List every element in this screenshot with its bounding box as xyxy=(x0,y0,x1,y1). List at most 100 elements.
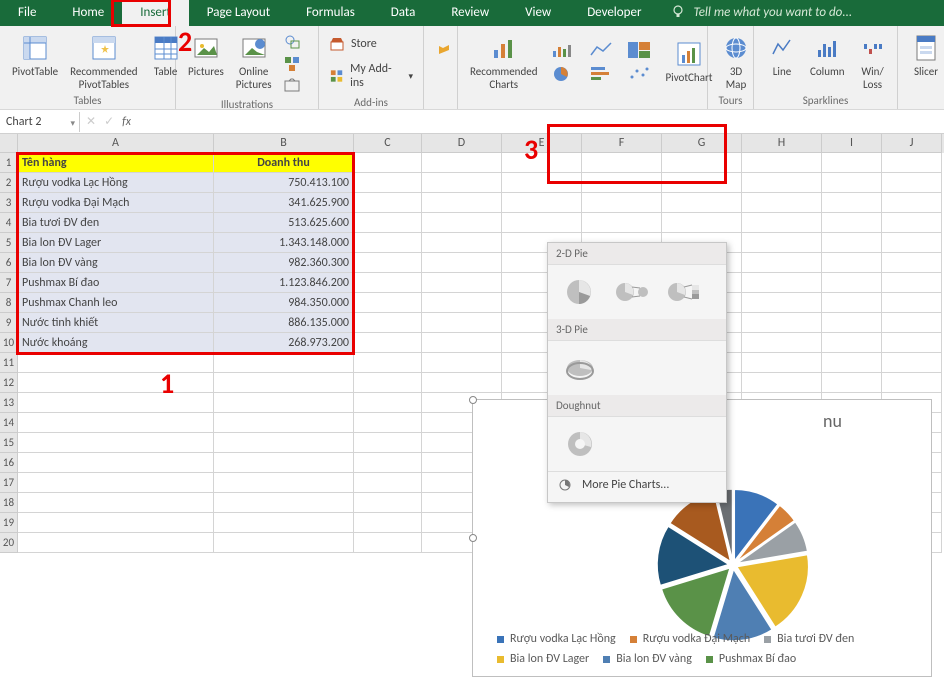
smartart-button[interactable] xyxy=(282,54,302,74)
menu-tab-insert[interactable]: Insert xyxy=(122,0,189,26)
cell[interactable] xyxy=(882,373,942,393)
row-header[interactable]: 9 xyxy=(0,313,18,333)
line-chart-button[interactable] xyxy=(585,39,617,61)
column-header[interactable]: I xyxy=(822,134,882,153)
cell[interactable] xyxy=(822,313,882,333)
cell[interactable]: 982.360.300 xyxy=(214,253,354,273)
cell[interactable] xyxy=(882,333,942,353)
cell[interactable] xyxy=(662,213,742,233)
cell[interactable] xyxy=(882,153,942,173)
cell[interactable] xyxy=(822,213,882,233)
row-header[interactable]: 17 xyxy=(0,473,18,493)
cell[interactable] xyxy=(18,493,214,513)
cell[interactable] xyxy=(422,153,502,173)
menu-tab-view[interactable]: View xyxy=(507,0,569,26)
cell[interactable]: Bia tươi ĐV đen xyxy=(18,213,214,233)
column-header[interactable]: J xyxy=(882,134,942,153)
row-header[interactable]: 19 xyxy=(0,513,18,533)
column-header[interactable]: E xyxy=(502,134,582,153)
row-header[interactable]: 7 xyxy=(0,273,18,293)
treemap-button[interactable] xyxy=(623,39,655,61)
column-header[interactable]: D xyxy=(422,134,502,153)
column-header[interactable]: B xyxy=(214,134,354,153)
cell[interactable] xyxy=(882,193,942,213)
cell[interactable] xyxy=(742,173,822,193)
enter-formula-button[interactable]: ✓ xyxy=(104,114,114,129)
cell[interactable]: 750.413.100 xyxy=(214,173,354,193)
cell[interactable] xyxy=(214,433,354,453)
cell[interactable] xyxy=(354,293,422,313)
cell[interactable]: Tên hàng xyxy=(18,153,214,173)
pie-2d-option[interactable] xyxy=(558,273,602,311)
pie-chart-button[interactable] xyxy=(547,63,579,85)
cell[interactable] xyxy=(822,173,882,193)
cell[interactable]: 1.123.846.200 xyxy=(214,273,354,293)
menu-tab-data[interactable]: Data xyxy=(373,0,434,26)
cell[interactable] xyxy=(354,313,422,333)
cell[interactable]: 268.973.200 xyxy=(214,333,354,353)
sparkline-column-button[interactable]: Column xyxy=(804,30,851,81)
column-chart-button[interactable] xyxy=(547,39,579,61)
column-header[interactable]: F xyxy=(582,134,662,153)
column-header[interactable]: G xyxy=(662,134,742,153)
cell[interactable]: Bia lon ĐV vàng xyxy=(18,253,214,273)
recommended-pivottables-button[interactable]: Recommended PivotTables xyxy=(64,30,143,93)
online-pictures-button[interactable]: Online Pictures xyxy=(230,30,278,93)
cell[interactable] xyxy=(354,273,422,293)
bar-chart-button[interactable] xyxy=(585,63,617,85)
cell[interactable] xyxy=(354,333,422,353)
cell[interactable] xyxy=(422,273,502,293)
row-header[interactable]: 20 xyxy=(0,533,18,553)
cell[interactable] xyxy=(214,473,354,493)
bar-of-pie-option[interactable] xyxy=(662,273,706,311)
cell[interactable] xyxy=(422,293,502,313)
cell[interactable] xyxy=(822,293,882,313)
cell[interactable] xyxy=(742,373,822,393)
cell[interactable] xyxy=(354,393,422,413)
cell[interactable]: Pushmax Bí đao xyxy=(18,273,214,293)
pivottable-button[interactable]: PivotTable xyxy=(6,30,64,81)
cell[interactable] xyxy=(882,353,942,373)
row-header[interactable]: 6 xyxy=(0,253,18,273)
cell[interactable] xyxy=(742,193,822,213)
cell[interactable] xyxy=(422,193,502,213)
cell[interactable] xyxy=(354,433,422,453)
cell[interactable] xyxy=(354,193,422,213)
menu-tab-file[interactable]: File xyxy=(0,0,54,26)
cell[interactable] xyxy=(882,173,942,193)
fx-button[interactable]: fx xyxy=(122,115,131,129)
cell[interactable] xyxy=(214,513,354,533)
row-header[interactable]: 14 xyxy=(0,413,18,433)
cell[interactable] xyxy=(354,353,422,373)
tell-me[interactable]: Tell me what you want to do... xyxy=(659,0,870,26)
cell[interactable] xyxy=(18,473,214,493)
cell[interactable]: Nước tinh khiết xyxy=(18,313,214,333)
sparkline-winloss-button[interactable]: Win/ Loss xyxy=(851,30,895,93)
cell[interactable] xyxy=(742,213,822,233)
pie-3d-option[interactable] xyxy=(558,349,602,387)
3d-map-button[interactable]: 3D Map xyxy=(714,30,758,93)
cell[interactable] xyxy=(502,153,582,173)
row-header[interactable]: 3 xyxy=(0,193,18,213)
cell[interactable]: 886.135.000 xyxy=(214,313,354,333)
cell[interactable] xyxy=(214,453,354,473)
cell[interactable] xyxy=(214,393,354,413)
cell[interactable] xyxy=(422,373,502,393)
cell[interactable] xyxy=(662,153,742,173)
cell[interactable] xyxy=(822,233,882,253)
cell[interactable] xyxy=(422,333,502,353)
cell[interactable] xyxy=(18,393,214,413)
cell[interactable] xyxy=(422,313,502,333)
cell[interactable] xyxy=(214,493,354,513)
row-header[interactable]: 18 xyxy=(0,493,18,513)
cell[interactable] xyxy=(214,373,354,393)
cell[interactable] xyxy=(354,473,422,493)
doughnut-option[interactable] xyxy=(558,425,602,463)
cell[interactable] xyxy=(822,273,882,293)
cell[interactable]: 1.343.148.000 xyxy=(214,233,354,253)
row-header[interactable]: 10 xyxy=(0,333,18,353)
cell[interactable] xyxy=(422,353,502,373)
menu-tab-review[interactable]: Review xyxy=(433,0,507,26)
cell[interactable] xyxy=(422,213,502,233)
sparkline-line-button[interactable]: Line xyxy=(760,30,804,81)
